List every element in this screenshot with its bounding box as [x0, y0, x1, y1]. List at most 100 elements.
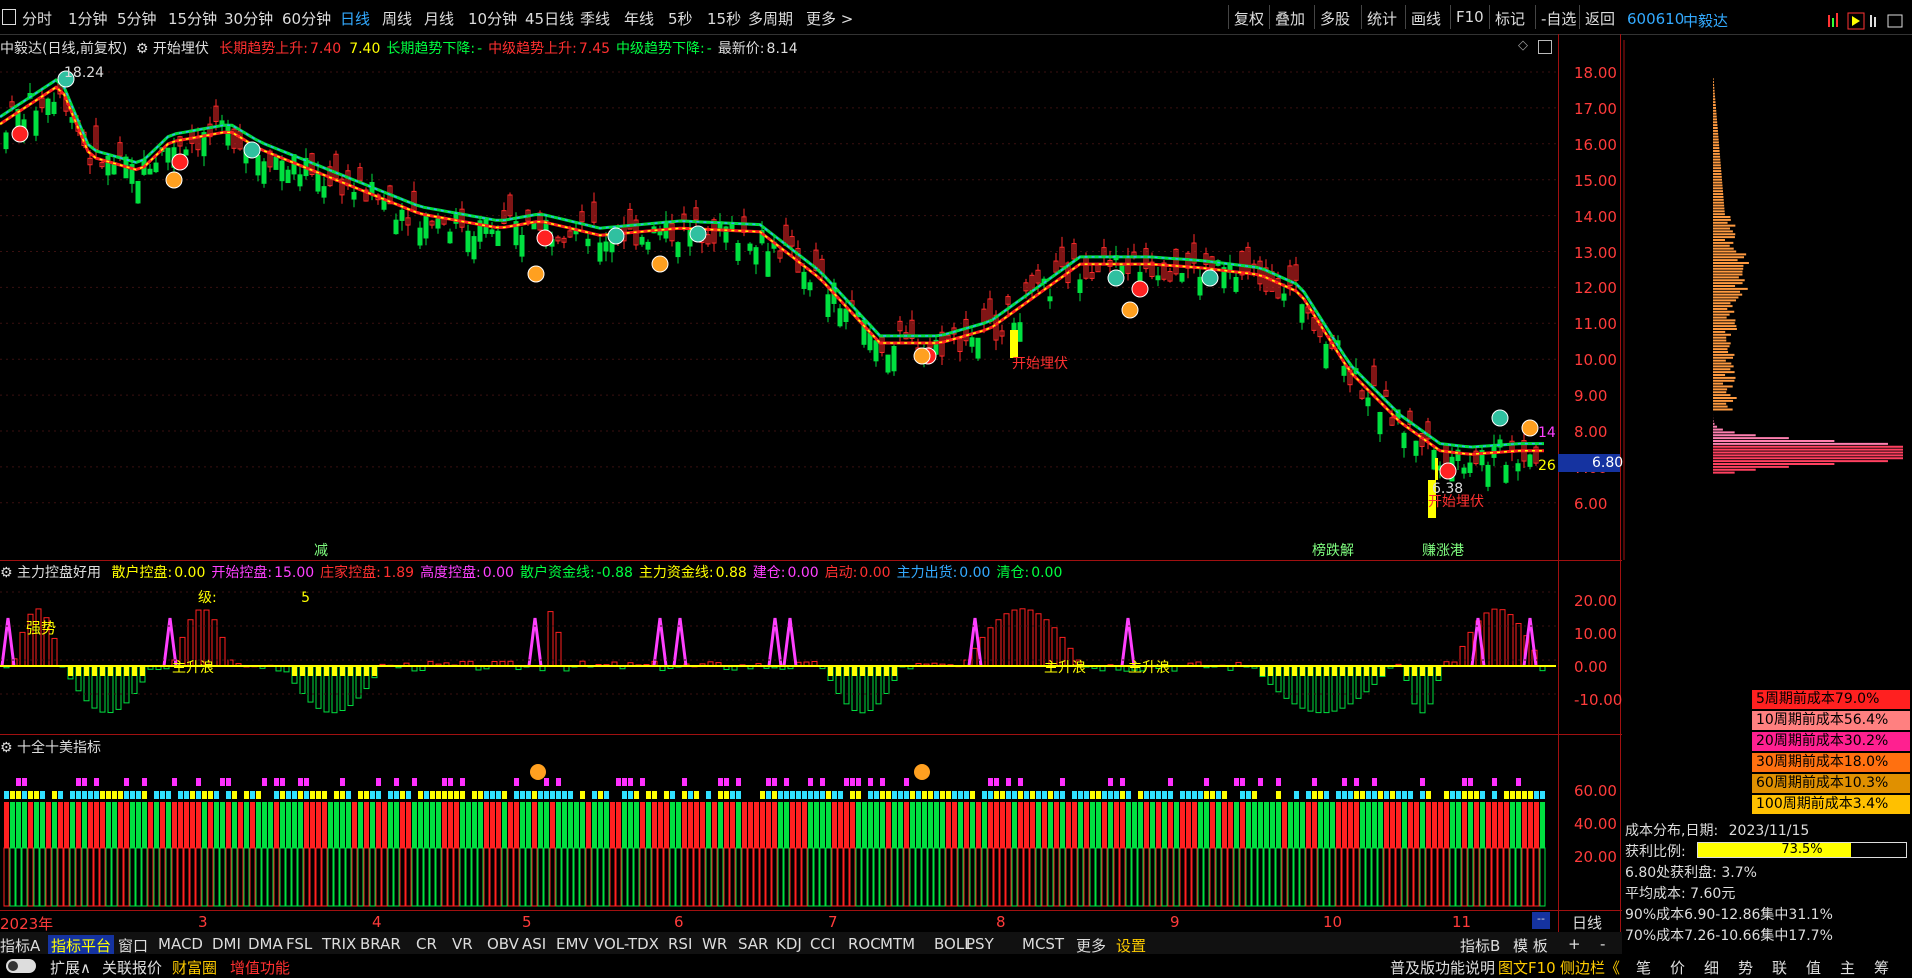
- period-tab-3[interactable]: 15分钟: [168, 8, 217, 29]
- toolbar-button-2[interactable]: 多股: [1320, 8, 1350, 29]
- period-tab-6[interactable]: 日线: [340, 8, 370, 29]
- toolbar-button-6[interactable]: 标记: [1495, 8, 1525, 29]
- indicator-tab-6[interactable]: FSL: [286, 935, 312, 953]
- toolbar-button-4[interactable]: 画线: [1411, 8, 1441, 29]
- tab-right-1[interactable]: 模 板: [1513, 935, 1548, 956]
- period-tab-10[interactable]: 45日线: [525, 8, 574, 29]
- period-tab-15[interactable]: 多周期: [748, 8, 793, 29]
- main-legend-value-1: 7.40: [349, 41, 380, 57]
- period-tab-5[interactable]: 60分钟: [282, 8, 331, 29]
- side-tab-6[interactable]: 主: [1840, 957, 1855, 978]
- side-tab-2[interactable]: 细: [1704, 957, 1719, 978]
- indicator-tab-7[interactable]: TRIX: [322, 935, 356, 953]
- diamond-icon[interactable]: ◇: [1518, 38, 1528, 53]
- status-item-2[interactable]: 财富圈: [172, 957, 217, 978]
- indicator-tab-15[interactable]: RSI: [668, 935, 692, 953]
- indicator-tab-23[interactable]: PSY: [966, 935, 994, 953]
- indicator-tab-0[interactable]: 指标A: [0, 935, 40, 956]
- sub2-bar-top: [406, 802, 411, 848]
- period-tab-8[interactable]: 月线: [424, 8, 454, 29]
- sub2-mark: [898, 791, 903, 799]
- indicator-tab-9[interactable]: CR: [416, 935, 437, 953]
- toolbar-button-8[interactable]: 返回: [1585, 8, 1615, 29]
- indicator-tab-25[interactable]: 更多: [1076, 935, 1106, 956]
- period-tab-12[interactable]: 年线: [624, 8, 654, 29]
- side-tab-4[interactable]: 联: [1772, 957, 1787, 978]
- sub2-top-mark: [1018, 778, 1023, 786]
- sub2-mark: [910, 791, 915, 799]
- indicator-tab-21[interactable]: MTM: [880, 935, 915, 953]
- period-tab-9[interactable]: 10分钟: [468, 8, 517, 29]
- indicator-tab-18[interactable]: KDJ: [776, 935, 802, 953]
- sub2-settings-icon[interactable]: ⚙: [0, 740, 13, 756]
- sub2-mark: [880, 791, 885, 799]
- status-right-item-0[interactable]: 普及版功能说明: [1390, 957, 1495, 978]
- chart-icon[interactable]: [2, 9, 16, 25]
- indicator-tab-26[interactable]: 设置: [1116, 935, 1146, 956]
- toolbar-button-5[interactable]: F10: [1456, 8, 1484, 26]
- sub2-bar-top: [988, 802, 993, 848]
- indicator-tab-1[interactable]: 指标平台: [48, 935, 114, 956]
- side-tab-0[interactable]: 笔: [1636, 957, 1651, 978]
- sub2-mark: [568, 791, 573, 799]
- tab-right-3[interactable]: -: [1600, 935, 1605, 953]
- side-tab-7[interactable]: 筹: [1874, 957, 1889, 978]
- sub2-indicator-chart[interactable]: [0, 756, 1560, 908]
- indicator-tab-13[interactable]: EMV: [556, 935, 589, 953]
- candle-body: [280, 161, 284, 181]
- toolbar-button-1[interactable]: 叠加: [1275, 8, 1305, 29]
- status-right-item-2[interactable]: 侧边栏《: [1560, 957, 1620, 978]
- indicator-tab-5[interactable]: DMA: [248, 935, 283, 953]
- period-tab-2[interactable]: 5分钟: [117, 8, 157, 29]
- sub1-indicator-chart[interactable]: [0, 582, 1560, 732]
- indicator-tab-10[interactable]: VR: [452, 935, 473, 953]
- window-toggle-icon[interactable]: [1538, 40, 1552, 54]
- indicator-settings-icon[interactable]: ⚙: [136, 41, 149, 57]
- indicator-tab-12[interactable]: ASI: [522, 935, 546, 953]
- sub2-mark: [1504, 791, 1509, 799]
- toolbar-button-7[interactable]: -自选: [1541, 8, 1576, 29]
- tab-right-2[interactable]: +: [1568, 935, 1581, 953]
- main-legend-value-5: 8.14: [767, 41, 798, 57]
- indicator-tab-4[interactable]: DMI: [212, 935, 241, 953]
- side-tab-5[interactable]: 值: [1806, 957, 1821, 978]
- sub2-mark: [196, 791, 201, 799]
- indicator-tab-17[interactable]: SAR: [738, 935, 768, 953]
- side-tab-3[interactable]: 势: [1738, 957, 1753, 978]
- indicator-tab-3[interactable]: MACD: [158, 935, 203, 953]
- toolbar-button-0[interactable]: 复权: [1234, 8, 1264, 29]
- status-item-3[interactable]: 增值功能: [230, 957, 290, 978]
- period-tab-1[interactable]: 1分钟: [68, 8, 108, 29]
- status-item-1[interactable]: 关联报价: [102, 957, 162, 978]
- status-right-item-1[interactable]: 图文F10: [1498, 957, 1556, 978]
- indicator-tab-16[interactable]: WR: [702, 935, 727, 953]
- main-candlestick-chart[interactable]: [0, 56, 1560, 556]
- sub1-settings-icon[interactable]: ⚙: [0, 565, 13, 581]
- period-tab-16[interactable]: 更多 >: [806, 8, 853, 29]
- x-axis-scroll-button[interactable]: --: [1532, 912, 1550, 929]
- sub2-bar-top: [1324, 802, 1329, 848]
- indicator-tab-11[interactable]: OBV: [487, 935, 519, 953]
- sub2-bar-top: [892, 802, 897, 848]
- period-tab-7[interactable]: 周线: [382, 8, 412, 29]
- sub2-bar-top: [1198, 802, 1203, 848]
- period-tab-13[interactable]: 5秒: [668, 8, 693, 29]
- side-tab-1[interactable]: 价: [1670, 957, 1685, 978]
- sub2-name: 十全十美指标: [17, 740, 101, 756]
- sub1-yellow-bar: [356, 666, 361, 676]
- indicator-tab-2[interactable]: 窗口: [118, 935, 148, 956]
- indicator-tab-8[interactable]: BRAR: [360, 935, 401, 953]
- indicator-tab-14[interactable]: VOL-TDX: [594, 935, 659, 953]
- status-item-0[interactable]: 扩展∧: [50, 957, 91, 978]
- period-tab-4[interactable]: 30分钟: [224, 8, 273, 29]
- tab-right-0[interactable]: 指标B: [1460, 935, 1500, 956]
- indicator-tab-24[interactable]: MCST: [1022, 935, 1064, 953]
- period-tab-11[interactable]: 季线: [580, 8, 610, 29]
- sub2-bar-top: [1096, 802, 1101, 848]
- period-tab-14[interactable]: 15秒: [707, 8, 741, 29]
- indicator-tab-20[interactable]: ROC: [848, 935, 881, 953]
- period-tab-0[interactable]: 分时: [22, 8, 52, 29]
- toggle-switch[interactable]: [6, 959, 36, 973]
- indicator-tab-19[interactable]: CCI: [810, 935, 835, 953]
- toolbar-button-3[interactable]: 统计: [1367, 8, 1397, 29]
